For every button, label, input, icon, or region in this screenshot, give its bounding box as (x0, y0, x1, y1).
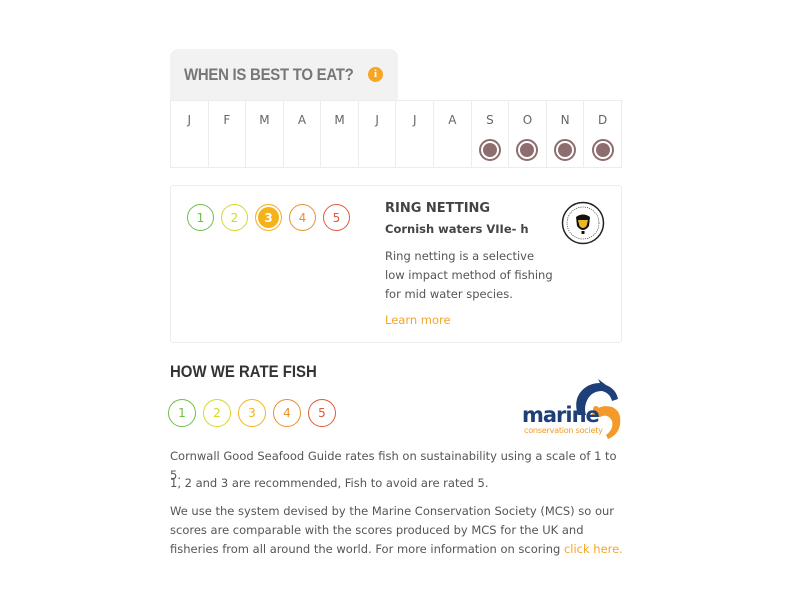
rating-circle-5: 5 (308, 399, 336, 427)
method-title: RING NETTING (385, 201, 491, 216)
in-season-dot-icon (478, 139, 501, 161)
month-label: A (297, 113, 307, 127)
rating-circle-1: 1 (187, 204, 214, 231)
month-label: J (187, 113, 192, 127)
mcs-explanation-text: We use the system devised by the Marine … (170, 504, 614, 556)
click-here-link[interactable]: click here. (564, 542, 623, 556)
month-label: O (522, 113, 533, 127)
how-we-rate-title: HOW WE RATE FISH (170, 362, 317, 381)
month-label: N (560, 113, 570, 127)
mcs-explanation-paragraph: We use the system devised by the Marine … (170, 502, 630, 559)
fishing-method-card: 12345 RING NETTING Cornish waters VIIe- … (170, 185, 622, 343)
month-cell: N (547, 101, 585, 167)
rating-circle-2: 2 (221, 204, 248, 231)
month-cell: S (472, 101, 510, 167)
rating-circle-3: 3 (238, 399, 266, 427)
rating-circle-5: 5 (323, 204, 350, 231)
rating-circle-2: 2 (203, 399, 231, 427)
month-cell: J (171, 101, 209, 167)
month-cell: M (246, 101, 284, 167)
in-season-dot-icon (591, 139, 614, 161)
rating-circle-4: 4 (289, 204, 316, 231)
recommended-explanation-paragraph: 1, 2 and 3 are recommended, Fish to avoi… (170, 476, 489, 490)
svg-text:marine: marine (522, 403, 600, 427)
month-calendar: JFMAMJJASOND (170, 100, 622, 168)
month-label: J (412, 113, 417, 127)
marine-conservation-society-logo: marine conservation society (522, 379, 621, 439)
rating-circle-1: 1 (168, 399, 196, 427)
month-label: F (223, 113, 231, 127)
recommended-badge-icon (561, 201, 605, 245)
month-label: S (486, 113, 494, 127)
month-label: D (598, 113, 608, 127)
in-season-dot-icon (516, 139, 539, 161)
month-cell: J (359, 101, 397, 167)
svg-text:conservation society: conservation society (524, 425, 603, 435)
best-to-eat-tab: WHEN IS BEST TO EAT? i (170, 49, 398, 101)
month-cell: A (434, 101, 472, 167)
learn-more-link[interactable]: Learn more (385, 313, 451, 327)
month-cell: A (284, 101, 322, 167)
method-rating-scale: 12345 (187, 204, 350, 231)
month-label: M (334, 113, 345, 127)
month-cell: O (509, 101, 547, 167)
rating-circle-4: 4 (273, 399, 301, 427)
rating-circle-3: 3 (255, 204, 282, 231)
month-label: J (375, 113, 379, 127)
month-cell: J (396, 101, 435, 167)
info-icon[interactable]: i (368, 67, 383, 82)
month-label: A (448, 113, 457, 127)
best-to-eat-title: WHEN IS BEST TO EAT? (184, 65, 354, 84)
month-cell: F (209, 101, 247, 167)
month-label: M (259, 113, 270, 127)
rating-scale-legend: 12345 (168, 399, 336, 427)
month-cell: M (321, 101, 359, 167)
method-area: Cornish waters VIIe- h (385, 222, 529, 236)
method-description: Ring netting is a selective low impact m… (385, 249, 553, 301)
in-season-dot-icon (554, 139, 577, 161)
month-cell: D (584, 101, 621, 167)
